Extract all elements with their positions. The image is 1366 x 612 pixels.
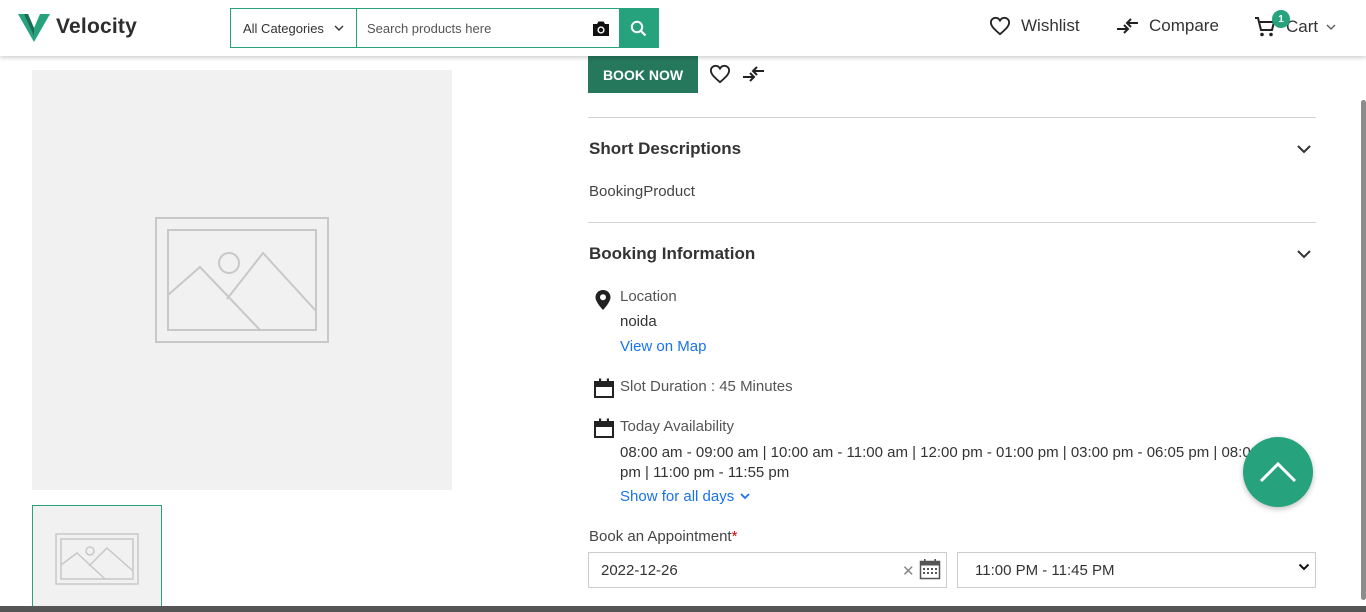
velocity-logo[interactable]: Velocity	[18, 12, 137, 42]
image-placeholder-icon	[55, 533, 139, 585]
divider	[588, 117, 1316, 118]
compare-link[interactable]: Compare	[1116, 16, 1219, 36]
category-select-label: All Categories	[243, 20, 324, 36]
image-placeholder-icon	[155, 217, 329, 343]
clear-date-icon[interactable]: ✕	[902, 562, 915, 580]
availability-slots: 08:00 am - 09:00 am | 10:00 am - 11:00 a…	[620, 444, 1260, 481]
search-bar: All Categories	[230, 8, 659, 48]
required-mark: *	[731, 528, 738, 545]
calendar-icon	[594, 418, 614, 438]
appointment-label: Book an Appointment*	[589, 528, 737, 545]
scroll-to-top-button[interactable]	[1243, 437, 1313, 507]
compare-icon	[743, 66, 764, 82]
compare-icon	[1117, 18, 1138, 34]
chevron-down-icon	[334, 25, 344, 31]
booking-information-header[interactable]: Booking Information	[589, 244, 755, 264]
short-description-text: BookingProduct	[589, 183, 695, 200]
velocity-logo-icon	[18, 14, 50, 42]
add-to-compare-button[interactable]	[742, 64, 765, 89]
today-availability-label: Today Availability	[620, 418, 734, 435]
time-slot-select[interactable]: 11:00 PM - 11:45 PM	[957, 552, 1316, 588]
product-thumbnail[interactable]	[32, 505, 162, 612]
bottom-edge	[0, 606, 1366, 612]
wishlist-label: Wishlist	[1021, 16, 1080, 35]
date-value: 2022-12-26	[601, 561, 678, 579]
cart-count-badge: 1	[1272, 10, 1290, 28]
show-all-days-label: Show for all days	[620, 488, 735, 505]
category-select[interactable]: All Categories	[231, 9, 357, 47]
divider	[588, 222, 1316, 223]
book-now-button[interactable]: BOOK NOW	[588, 56, 698, 93]
image-search-button[interactable]	[583, 9, 619, 47]
chevron-down-icon	[1326, 24, 1336, 30]
calendar-icon[interactable]	[919, 558, 941, 580]
slot-duration-text: Slot Duration : 45 Minutes	[620, 378, 793, 395]
location-value: noida	[620, 313, 657, 330]
time-slot-value: 11:00 PM - 11:45 PM	[975, 561, 1115, 579]
add-to-wishlist-button[interactable]	[709, 64, 731, 89]
wishlist-link[interactable]: Wishlist	[989, 16, 1080, 36]
chevron-down-icon	[740, 493, 750, 500]
chevron-down-icon[interactable]	[1296, 249, 1312, 259]
chevron-up-icon	[1259, 461, 1297, 483]
location-pin-icon	[595, 290, 611, 310]
search-icon	[630, 20, 647, 36]
compare-label: Compare	[1149, 16, 1219, 35]
calendar-icon	[594, 378, 614, 398]
show-all-days-link[interactable]: Show for all days	[620, 488, 750, 505]
search-input[interactable]	[357, 9, 583, 47]
location-label: Location	[620, 288, 677, 305]
short-descriptions-header[interactable]: Short Descriptions	[589, 139, 741, 159]
camera-icon	[593, 21, 609, 36]
page-scrollbar[interactable]	[1361, 100, 1366, 600]
chevron-down-icon[interactable]	[1296, 144, 1312, 154]
product-main-image	[32, 70, 452, 490]
heart-icon	[989, 16, 1011, 36]
cart-link[interactable]: 1 Cart	[1254, 10, 1336, 38]
search-button[interactable]	[619, 9, 658, 47]
date-picker-input[interactable]: 2022-12-26	[588, 552, 947, 588]
cart-label: Cart	[1286, 17, 1319, 36]
brand-name: Velocity	[56, 15, 137, 38]
chevron-down-icon	[1298, 563, 1310, 571]
view-on-map-link[interactable]: View on Map	[620, 338, 706, 355]
heart-icon	[709, 64, 731, 84]
appointment-label-text: Book an Appointment	[589, 528, 732, 545]
site-header: Velocity All Categories Wish	[0, 0, 1366, 56]
